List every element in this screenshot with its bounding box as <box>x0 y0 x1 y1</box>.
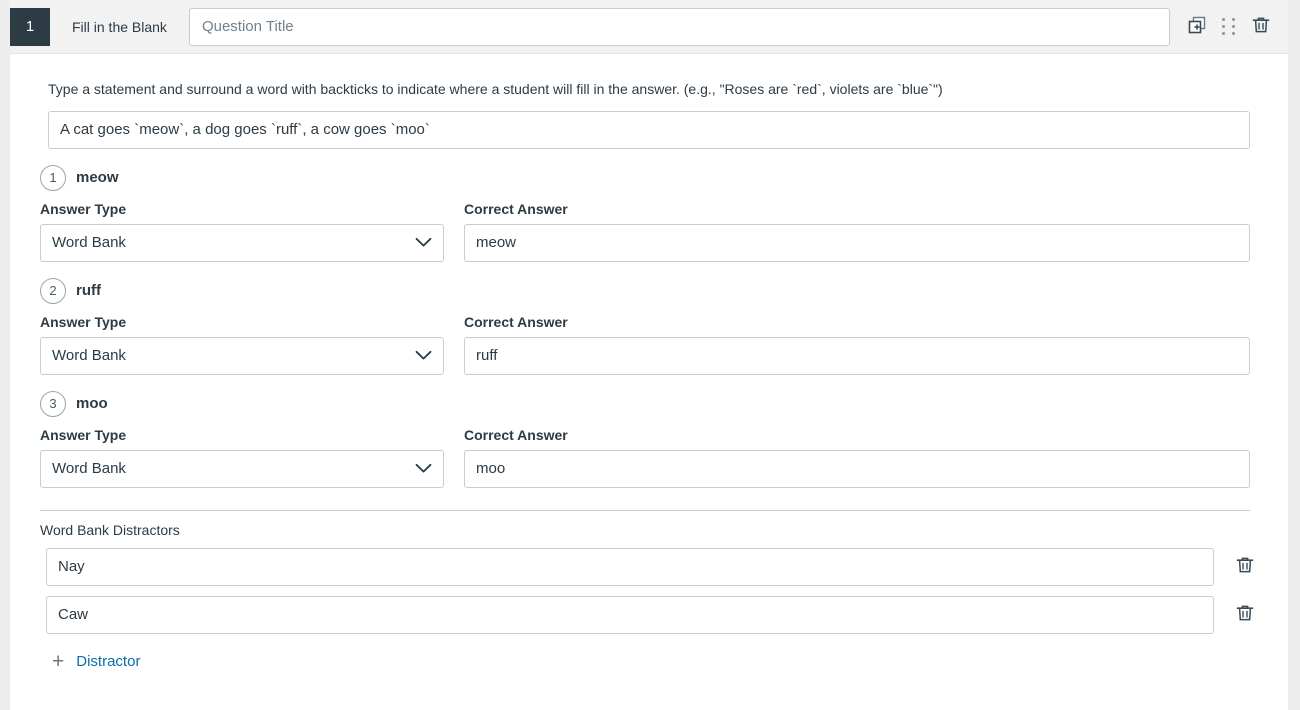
question-title-input[interactable] <box>189 8 1170 46</box>
instructions-text: Type a statement and surround a word wit… <box>38 80 1260 99</box>
add-distractor-button[interactable]: + Distractor <box>50 647 142 676</box>
correct-answer-column: Correct Answer <box>452 427 1260 488</box>
page-background: 1 Fill in the Blank <box>0 0 1300 710</box>
blank-header: 3 moo <box>38 391 1260 417</box>
statement-input[interactable] <box>48 111 1250 149</box>
answer-type-column: Answer Type Word Bank <box>38 314 452 375</box>
trash-icon <box>1235 555 1255 578</box>
correct-answer-column: Correct Answer <box>452 201 1260 262</box>
distractor-input[interactable] <box>46 548 1214 586</box>
question-header: 1 Fill in the Blank <box>10 0 1288 54</box>
answer-type-label: Answer Type <box>40 314 452 330</box>
blank-fields-row: Answer Type Word Bank Correct Answer <box>38 427 1260 488</box>
blank-index-circle: 1 <box>40 165 66 191</box>
drag-dot <box>1232 32 1235 35</box>
answer-type-select-wrap: Word Bank <box>40 224 444 262</box>
blanks-container: 1meowAnswer TypeWord BankCorrect Answer2… <box>38 165 1260 488</box>
trash-icon <box>1251 15 1271 38</box>
correct-answer-input[interactable] <box>464 224 1250 262</box>
correct-answer-column: Correct Answer <box>452 314 1260 375</box>
plus-icon: + <box>52 651 64 672</box>
drag-dot <box>1222 18 1225 21</box>
drag-dot <box>1222 25 1225 28</box>
distractor-row <box>38 548 1260 586</box>
correct-answer-label: Correct Answer <box>464 427 1250 443</box>
answer-type-select[interactable]: Word Bank <box>40 224 444 262</box>
add-distractor-label: Distractor <box>76 653 140 670</box>
blank-header: 2 ruff <box>38 278 1260 304</box>
correct-answer-input[interactable] <box>464 450 1250 488</box>
question-body: Type a statement and surround a word wit… <box>10 80 1288 676</box>
word-bank-distractors-label: Word Bank Distractors <box>38 522 1260 538</box>
correct-answer-label: Correct Answer <box>464 314 1250 330</box>
blank-index-circle: 2 <box>40 278 66 304</box>
answer-type-label: Answer Type <box>40 427 452 443</box>
blank-header: 1 meow <box>38 165 1260 191</box>
blank-word-label: ruff <box>76 282 101 299</box>
blank-fields-row: Answer Type Word Bank Correct Answer <box>38 314 1260 375</box>
delete-distractor-button[interactable] <box>1230 552 1260 582</box>
delete-question-button[interactable] <box>1248 14 1274 40</box>
answer-type-select-wrap: Word Bank <box>40 450 444 488</box>
distractor-input[interactable] <box>46 596 1214 634</box>
blank-word-label: moo <box>76 395 108 412</box>
blank-index-circle: 3 <box>40 391 66 417</box>
answer-type-column: Answer Type Word Bank <box>38 201 452 262</box>
correct-answer-label: Correct Answer <box>464 201 1250 217</box>
answer-type-label: Answer Type <box>40 201 452 217</box>
question-type-label: Fill in the Blank <box>72 19 167 35</box>
blank-block: 3 moo Answer Type Word Bank Correct Answer <box>38 391 1260 488</box>
drag-dot <box>1222 32 1225 35</box>
drag-dot <box>1232 25 1235 28</box>
distractor-row <box>38 596 1260 634</box>
blank-block: 2 ruff Answer Type Word Bank Correct Answer <box>38 278 1260 375</box>
blank-block: 1 meow Answer Type Word Bank Correct Answer <box>38 165 1260 262</box>
answer-type-select[interactable]: Word Bank <box>40 450 444 488</box>
distractors-container <box>38 548 1260 634</box>
blank-fields-row: Answer Type Word Bank Correct Answer <box>38 201 1260 262</box>
drag-handle-icon[interactable] <box>1222 18 1236 36</box>
correct-answer-input[interactable] <box>464 337 1250 375</box>
drag-dot <box>1232 18 1235 21</box>
duplicate-icon <box>1187 15 1207 38</box>
section-divider <box>40 510 1250 511</box>
question-header-actions <box>1184 14 1274 40</box>
duplicate-question-button[interactable] <box>1184 14 1210 40</box>
question-card: 1 Fill in the Blank <box>10 0 1288 710</box>
answer-type-column: Answer Type Word Bank <box>38 427 452 488</box>
question-number-badge: 1 <box>10 8 50 46</box>
answer-type-select[interactable]: Word Bank <box>40 337 444 375</box>
statement-field-wrap <box>38 111 1260 149</box>
trash-icon <box>1235 603 1255 626</box>
blank-word-label: meow <box>76 169 119 186</box>
answer-type-select-wrap: Word Bank <box>40 337 444 375</box>
delete-distractor-button[interactable] <box>1230 600 1260 630</box>
